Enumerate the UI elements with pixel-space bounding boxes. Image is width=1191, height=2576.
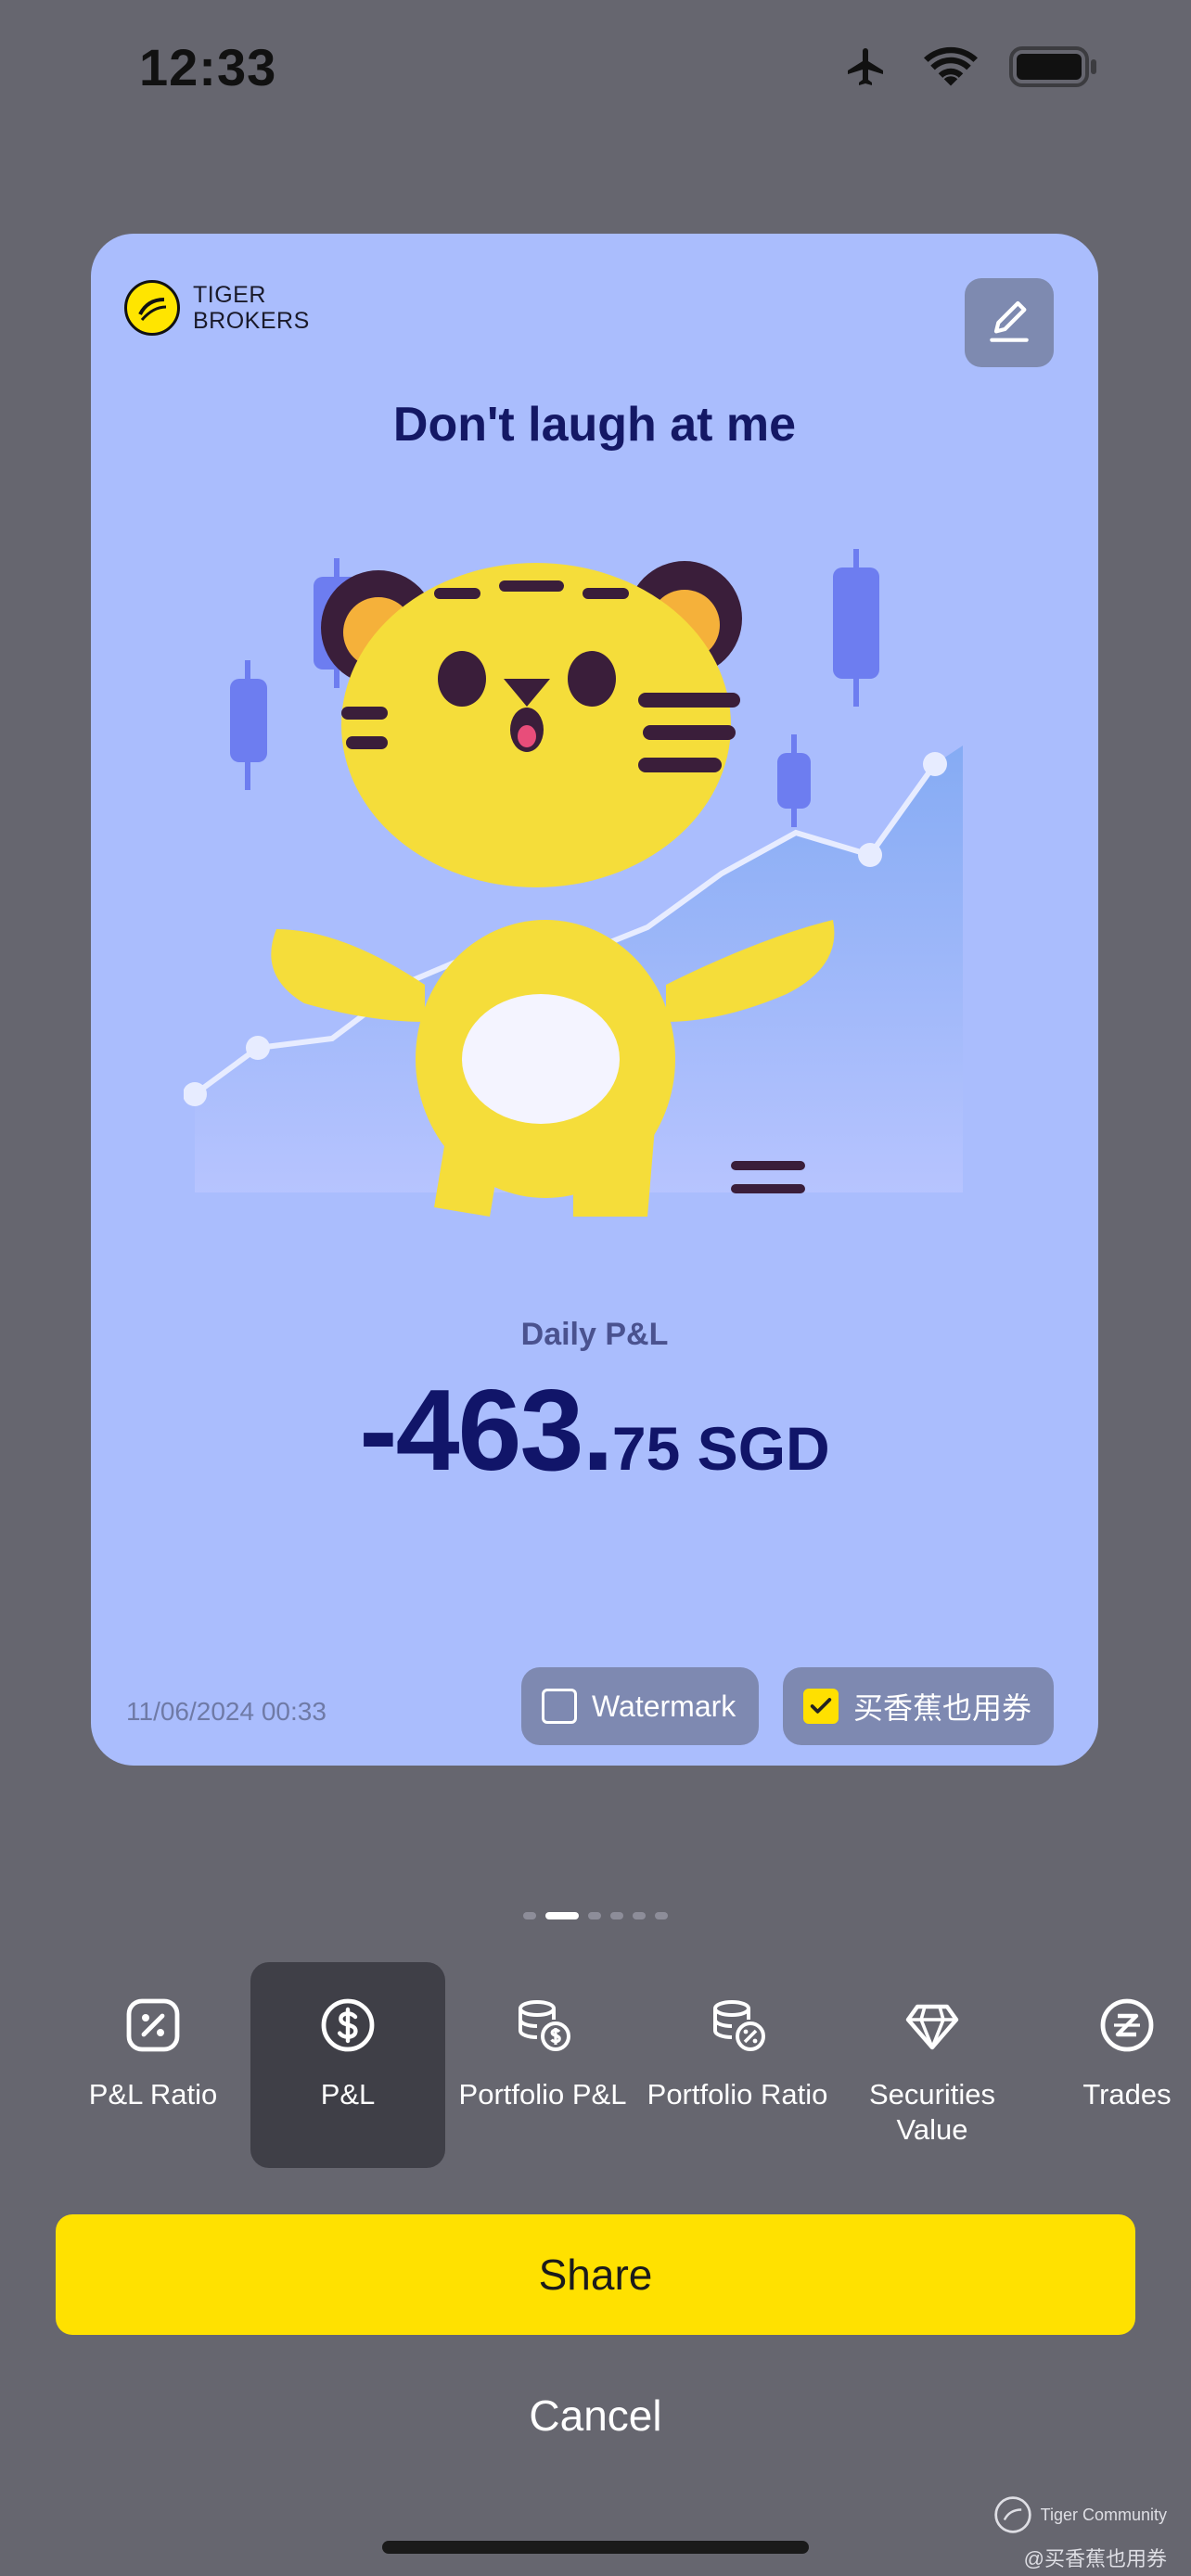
tab-portfolio-pnl[interactable]: Portfolio P&L — [445, 1962, 640, 2168]
community-logo-icon — [993, 2496, 1031, 2533]
tab-trades[interactable]: Trades — [1030, 1962, 1191, 2168]
pnl-integer: -463. — [359, 1367, 614, 1495]
trades-icon — [1100, 1998, 1154, 2052]
tiger-mascot-illustration — [184, 549, 963, 1217]
tab-pnl-ratio[interactable]: P&L Ratio — [56, 1962, 250, 2168]
community-watermark: Tiger Community @买香蕉也用券 — [992, 2494, 1167, 2572]
tab-label: Portfolio Ratio — [647, 2078, 828, 2111]
tiger-logo-icon — [124, 280, 180, 336]
wifi-icon — [924, 46, 978, 86]
page-dot[interactable] — [588, 1912, 601, 1919]
pnl-card: TIGER BROKERS Don't laugh at me Daily P&… — [91, 234, 1098, 1766]
brand-line-2: BROKERS — [193, 308, 310, 334]
check-icon — [810, 1698, 832, 1714]
status-icons — [840, 45, 1098, 89]
tab-securities-value[interactable]: Securities Value — [835, 1962, 1030, 2168]
pnl-label: Daily P&L — [520, 1317, 669, 1352]
brand-line-1: TIGER — [193, 282, 266, 308]
status-time: 12:33 — [139, 38, 277, 96]
edit-button[interactable] — [965, 278, 1054, 367]
watermark-toggle[interactable]: Watermark — [521, 1667, 759, 1745]
share-button[interactable]: Share — [56, 2214, 1135, 2335]
tab-label: Portfolio P&L — [458, 2078, 627, 2111]
brand: TIGER BROKERS — [124, 280, 310, 336]
watermark-label: Watermark — [592, 1689, 736, 1723]
pnl-value: -463.75 SGD — [91, 1365, 1098, 1497]
dollar-icon — [321, 1998, 375, 2052]
tab-label: P&L — [320, 2078, 376, 2111]
diamond-icon — [905, 2004, 959, 2050]
username-checkbox[interactable] — [803, 1689, 839, 1724]
page-indicator — [0, 1912, 1191, 1919]
username-toggle[interactable]: 买香蕉也用券 — [783, 1667, 1054, 1745]
percent-icon — [126, 1998, 180, 2052]
community-user: @买香蕉也用券 — [1023, 2547, 1167, 2570]
community-name: Tiger Community — [1040, 2505, 1167, 2524]
page-dot[interactable] — [633, 1912, 646, 1919]
tab-label: Securities Value — [868, 2078, 996, 2146]
page-dot-active[interactable] — [545, 1912, 579, 1919]
page-dot[interactable] — [523, 1912, 536, 1919]
card-title: Don't laugh at me — [392, 398, 797, 452]
tab-pnl[interactable]: P&L — [250, 1962, 445, 2168]
tab-label: Trades — [1082, 2078, 1172, 2111]
cancel-button[interactable]: Cancel — [0, 2391, 1191, 2441]
pnl-decimal: 75 SGD — [611, 1414, 830, 1483]
home-indicator[interactable] — [382, 2541, 809, 2554]
username-label: 买香蕉也用券 — [853, 1691, 1032, 1725]
page-dot[interactable] — [610, 1912, 623, 1919]
coins-percent-icon — [713, 2000, 765, 2051]
tab-portfolio-ratio[interactable]: Portfolio Ratio — [640, 1962, 835, 2168]
edit-icon — [990, 300, 1029, 342]
watermark-checkbox[interactable] — [542, 1689, 577, 1724]
tab-label: P&L Ratio — [88, 2078, 218, 2111]
community-name-row: Tiger Community — [992, 2494, 1167, 2535]
template-tabs: P&L Ratio P&L Portfolio P&L Portfolio Ra… — [0, 1962, 1191, 2168]
coins-dollar-icon — [519, 2000, 570, 2051]
brand-name: TIGER BROKERS — [193, 282, 310, 334]
airplane-icon — [848, 48, 883, 85]
battery-icon — [1009, 46, 1096, 87]
snapshot-date: 11/06/2024 00:33 — [126, 1697, 327, 1726]
page-dot[interactable] — [655, 1912, 668, 1919]
